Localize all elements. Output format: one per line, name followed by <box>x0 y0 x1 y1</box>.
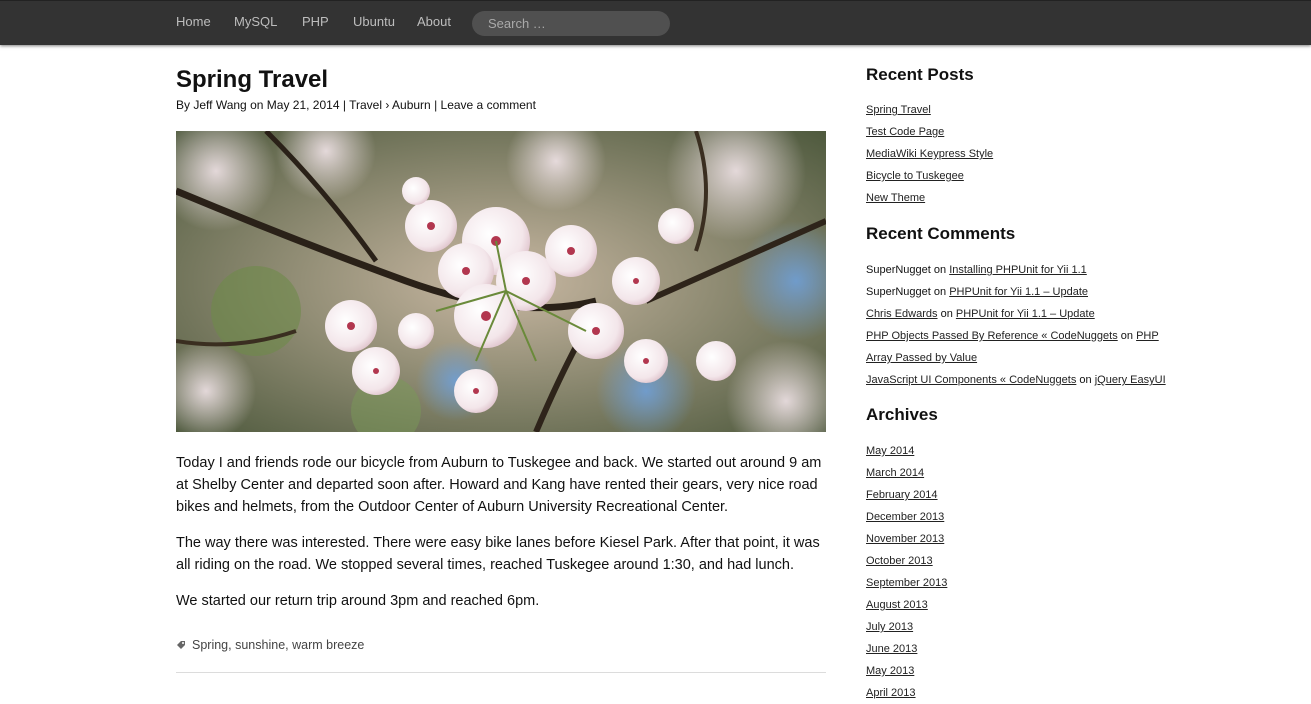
list-item: Spring Travel <box>866 99 993 121</box>
archive-link[interactable]: November 2013 <box>866 533 944 545</box>
list-item: JavaScript UI Components « CodeNuggets o… <box>866 369 1166 391</box>
comment-author: SuperNugget <box>866 286 931 298</box>
list-item: December 2013 <box>866 506 947 528</box>
recent-post-link[interactable]: MediaWiki Keypress Style <box>866 148 993 160</box>
post-divider <box>176 672 826 673</box>
tag-link-spring[interactable]: Spring <box>192 638 228 652</box>
tag-link-warm-breeze[interactable]: warm breeze <box>292 638 364 652</box>
post-paragraph: The way there was interested. There were… <box>176 535 820 573</box>
list-item: SuperNugget on Installing PHPUnit for Yi… <box>866 259 1166 281</box>
list-item: Bicycle to Tuskegee <box>866 165 993 187</box>
tag-separator: , <box>228 638 232 652</box>
list-item: April 2013 <box>866 682 947 704</box>
comment-on: on <box>933 264 947 276</box>
list-item: September 2013 <box>866 572 947 594</box>
meta-separator: | <box>342 98 346 112</box>
comment-on: on <box>940 308 953 320</box>
list-item: August 2013 <box>866 594 947 616</box>
leave-comment-link[interactable]: Leave a comment <box>441 98 536 112</box>
comment-author-link[interactable]: JavaScript UI Components « CodeNuggets <box>866 374 1076 386</box>
archive-link[interactable]: September 2013 <box>866 577 947 589</box>
comment-post-link[interactable]: PHP <box>1136 330 1159 342</box>
meta-on: on <box>250 98 264 112</box>
meta-separator: | <box>434 98 438 112</box>
recent-post-link[interactable]: Bicycle to Tuskegee <box>866 170 964 182</box>
list-item: February 2014 <box>866 484 947 506</box>
list-item: New Theme <box>866 187 993 209</box>
recent-posts-list: Spring Travel Test Code Page MediaWiki K… <box>866 99 993 209</box>
comment-post-link[interactable]: jQuery EasyUI <box>1095 374 1166 386</box>
search-input[interactable] <box>472 11 670 36</box>
tag-icon <box>177 641 185 649</box>
list-item: July 2013 <box>866 616 947 638</box>
recent-post-link[interactable]: New Theme <box>866 192 925 204</box>
nav-about[interactable]: About <box>417 14 451 29</box>
subcategory-link[interactable]: Auburn <box>392 98 431 112</box>
list-item: Chris Edwards on PHPUnit for Yii 1.1 – U… <box>866 303 1166 325</box>
recent-post-link[interactable]: Spring Travel <box>866 104 931 116</box>
list-item: PHP Objects Passed By Reference « CodeNu… <box>866 325 1166 347</box>
nav-php[interactable]: PHP <box>302 14 329 29</box>
archive-link[interactable]: October 2013 <box>866 555 933 567</box>
list-item: June 2013 <box>866 638 947 660</box>
archive-link[interactable]: May 2013 <box>866 665 914 677</box>
list-item: May 2013 <box>866 660 947 682</box>
comment-on: on <box>1079 374 1092 386</box>
comment-author: SuperNugget <box>866 264 931 276</box>
post-meta: By Jeff Wang on May 21, 2014 | Travel › … <box>176 98 536 112</box>
list-item: Test Code Page <box>866 121 993 143</box>
post-paragraph: We started our return trip around 3pm an… <box>176 593 540 609</box>
comment-post-link-continued[interactable]: Array Passed by Value <box>866 352 977 364</box>
comment-post-link[interactable]: PHPUnit for Yii 1.1 – Update <box>949 286 1088 298</box>
top-navbar: Home MySQL PHP Ubuntu About <box>0 0 1311 45</box>
meta-by: By <box>176 98 191 112</box>
list-item: Array Passed by Value <box>866 347 1166 369</box>
tag-link-sunshine[interactable]: sunshine <box>235 638 285 652</box>
post-date-link[interactable]: May 21, 2014 <box>267 98 340 112</box>
archive-link[interactable]: February 2014 <box>866 489 938 501</box>
archives-list: May 2014 March 2014 February 2014 Decemb… <box>866 440 947 704</box>
category-arrow: › <box>385 98 390 112</box>
comment-on: on <box>933 286 947 298</box>
list-item: October 2013 <box>866 550 947 572</box>
archive-link[interactable]: June 2013 <box>866 643 917 655</box>
cherry-blossom-photo[interactable] <box>176 131 826 432</box>
nav-home[interactable]: Home <box>176 14 211 29</box>
archive-link[interactable]: April 2013 <box>866 687 916 699</box>
list-item: November 2013 <box>866 528 947 550</box>
author-link[interactable]: Jeff Wang <box>193 98 246 112</box>
archive-link[interactable]: July 2013 <box>866 621 913 633</box>
category-link[interactable]: Travel <box>349 98 382 112</box>
nav-mysql[interactable]: MySQL <box>234 14 277 29</box>
nav-ubuntu[interactable]: Ubuntu <box>353 14 395 29</box>
recent-post-link[interactable]: Test Code Page <box>866 126 944 138</box>
archive-link[interactable]: May 2014 <box>866 445 914 457</box>
recent-comments-title: Recent Comments <box>866 224 1016 243</box>
comment-post-link[interactable]: Installing PHPUnit for Yii 1.1 <box>949 264 1087 276</box>
list-item: March 2014 <box>866 462 947 484</box>
list-item: MediaWiki Keypress Style <box>866 143 993 165</box>
list-item: SuperNugget on PHPUnit for Yii 1.1 – Upd… <box>866 281 1166 303</box>
post-title[interactable]: Spring Travel <box>176 66 328 94</box>
archives-title: Archives <box>866 405 938 424</box>
archive-link[interactable]: December 2013 <box>866 511 944 523</box>
recent-posts-title: Recent Posts <box>866 65 974 84</box>
post-paragraph: Today I and friends rode our bicycle fro… <box>176 455 822 515</box>
comment-author-link[interactable]: Chris Edwards <box>866 308 938 320</box>
tag-separator: , <box>285 638 289 652</box>
comment-post-link[interactable]: PHPUnit for Yii 1.1 – Update <box>956 308 1095 320</box>
archive-link[interactable]: August 2013 <box>866 599 928 611</box>
post-tags: Spring, sunshine, warm breeze <box>176 638 364 652</box>
archive-link[interactable]: March 2014 <box>866 467 924 479</box>
comment-author-link[interactable]: PHP Objects Passed By Reference « CodeNu… <box>866 330 1118 342</box>
recent-comments-list: SuperNugget on Installing PHPUnit for Yi… <box>866 259 1166 391</box>
list-item: May 2014 <box>866 440 947 462</box>
comment-on: on <box>1120 330 1134 342</box>
